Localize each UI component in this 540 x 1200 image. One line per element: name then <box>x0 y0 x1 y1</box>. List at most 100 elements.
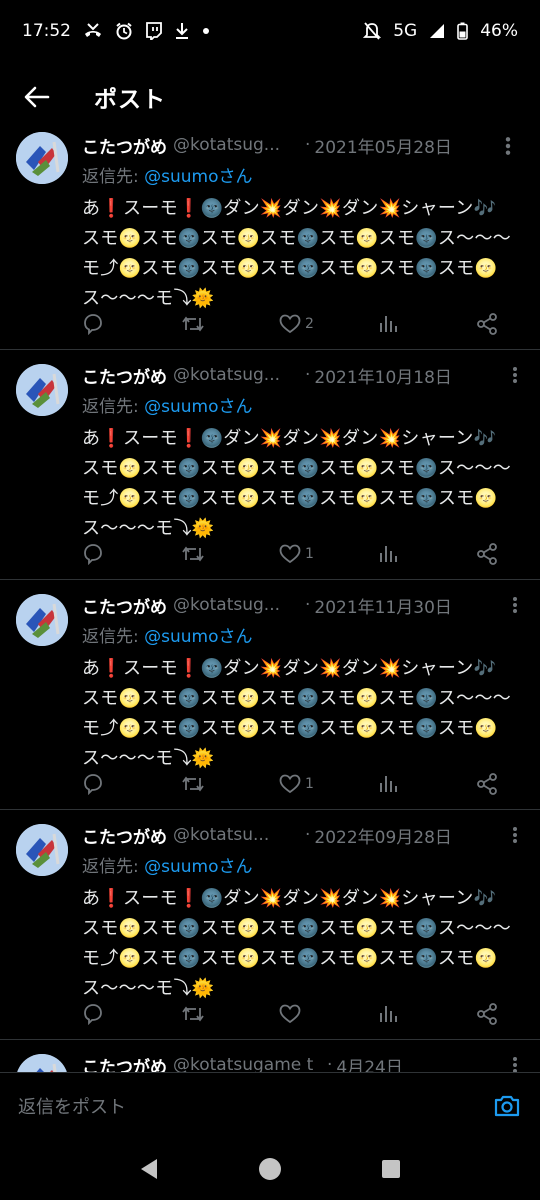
camera-icon[interactable] <box>492 1091 522 1121</box>
screen: 17:52 5G 46% ポスト こたつがめ @kotatsug... · 20… <box>0 0 540 1200</box>
more-options-icon[interactable] <box>498 136 518 156</box>
views-button[interactable] <box>378 314 414 334</box>
tweet-header: こたつがめ @kotatsug... · 2021年10月18日 <box>82 362 522 388</box>
tweet-text: あ❗スーモ❗🌚ダン💥ダン💥ダン💥シャーン🎶スモ🌝スモ🌚スモ🌝スモ🌚スモ🌝スモ🌚ス… <box>82 428 512 539</box>
tweet-item[interactable]: こたつがめ @kotatsug... · 2021年10月18日 返信先: @s… <box>0 350 540 580</box>
more-options-icon[interactable] <box>512 826 518 844</box>
author-handle[interactable]: @kotatsugame t <box>173 1055 323 1072</box>
share-icon <box>477 773 497 795</box>
home-circle-icon[interactable] <box>257 1156 283 1182</box>
back-button[interactable] <box>22 82 52 112</box>
share-icon <box>477 313 497 335</box>
views-button[interactable] <box>378 774 414 794</box>
tweet-item[interactable]: こたつがめ @kotatsu... · 2022年09月28日 返信先: @su… <box>0 810 540 1040</box>
reply-user-link[interactable]: @suumoさん <box>144 627 252 647</box>
reply-prefix: 返信先: <box>82 167 145 187</box>
back-triangle-icon[interactable] <box>138 1157 160 1181</box>
recents-square-icon[interactable] <box>380 1158 402 1180</box>
reply-button[interactable] <box>82 1003 118 1025</box>
reply-user-link[interactable]: @suumoさん <box>144 857 252 877</box>
like-button[interactable]: 1 <box>279 544 315 564</box>
avatar[interactable] <box>16 1054 68 1072</box>
more-options-icon[interactable] <box>512 1056 518 1072</box>
more-options-icon[interactable] <box>512 366 518 384</box>
repost-button[interactable] <box>181 543 217 565</box>
heart-icon <box>279 314 301 334</box>
tweet-item[interactable]: こたつがめ @kotatsug... · 2021年05月28日 返信先: @s… <box>0 132 540 350</box>
avatar[interactable] <box>16 364 68 416</box>
tweet-actions <box>82 1002 512 1026</box>
tweet-body: こたつがめ @kotatsugame t · 4月24日 <box>82 1052 522 1072</box>
tweet-date[interactable]: 4月24日 <box>336 1053 402 1073</box>
repost-icon <box>181 776 204 792</box>
analytics-icon <box>379 546 397 562</box>
separator: · <box>305 595 311 615</box>
author-handle[interactable]: @kotatsug... <box>173 135 301 155</box>
author-name[interactable]: こたつがめ <box>82 593 167 618</box>
repost-button[interactable] <box>181 313 217 335</box>
avatar[interactable] <box>16 594 68 646</box>
more-options-icon[interactable] <box>512 596 518 614</box>
like-button[interactable]: 1 <box>279 774 315 794</box>
author-handle[interactable]: @kotatsug... <box>173 365 301 385</box>
tweet-actions: 2 <box>82 312 512 336</box>
reply-icon <box>84 314 102 335</box>
network-label: 5G <box>393 21 418 41</box>
reply-icon <box>84 1004 102 1025</box>
tweet-date[interactable]: 2021年05月28日 <box>314 133 452 158</box>
reply-prefix: 返信先: <box>82 397 145 417</box>
like-button[interactable]: 2 <box>279 314 315 334</box>
author-name[interactable]: こたつがめ <box>82 1053 167 1073</box>
status-bar: 17:52 5G 46% <box>0 0 540 62</box>
tweet-item[interactable]: こたつがめ @kotatsugame t · 4月24日 <box>0 1040 540 1072</box>
tweet-text: あ❗スーモ❗🌚ダン💥ダン💥ダン💥シャーン🎶スモ🌝スモ🌚スモ🌝スモ🌚スモ🌝スモ🌚ス… <box>82 888 512 999</box>
repost-button[interactable] <box>181 1003 217 1025</box>
tweet-body: こたつがめ @kotatsu... · 2022年09月28日 返信先: @su… <box>82 822 522 1004</box>
tweet-body: こたつがめ @kotatsug... · 2021年11月30日 返信先: @s… <box>82 592 522 774</box>
dot-icon <box>202 27 210 35</box>
missed-call-icon <box>83 22 103 40</box>
tweet-item[interactable]: こたつがめ @kotatsug... · 2021年11月30日 返信先: @s… <box>0 580 540 810</box>
avatar[interactable] <box>16 824 68 876</box>
alarm-icon <box>115 22 133 40</box>
share-button[interactable] <box>476 1003 512 1025</box>
like-button[interactable] <box>279 1004 315 1024</box>
analytics-icon <box>379 1006 397 1022</box>
share-button[interactable] <box>476 313 512 335</box>
share-button[interactable] <box>476 543 512 565</box>
battery-icon <box>457 22 469 40</box>
signal-icon <box>429 23 445 39</box>
tweet-feed[interactable]: こたつがめ @kotatsug... · 2021年05月28日 返信先: @s… <box>0 132 540 1072</box>
avatar[interactable] <box>16 132 68 184</box>
battery-percent: 46% <box>480 21 518 41</box>
tweet-date[interactable]: 2021年10月18日 <box>314 363 452 388</box>
repost-icon <box>181 1006 204 1022</box>
bell-off-icon <box>363 21 382 41</box>
tweet-actions: 1 <box>82 772 512 796</box>
share-button[interactable] <box>476 773 512 795</box>
author-handle[interactable]: @kotatsu... <box>173 825 301 845</box>
author-handle[interactable]: @kotatsug... <box>173 595 301 615</box>
reply-button[interactable] <box>82 543 118 565</box>
author-name[interactable]: こたつがめ <box>82 363 167 388</box>
arrow-left-icon <box>24 86 50 108</box>
reply-input[interactable]: 返信をポスト <box>18 1093 126 1119</box>
views-button[interactable] <box>378 1004 414 1024</box>
views-button[interactable] <box>378 544 414 564</box>
reply-to: 返信先: @suumoさん <box>82 162 522 188</box>
reply-prefix: 返信先: <box>82 857 145 877</box>
heart-icon <box>279 774 301 794</box>
reply-user-link[interactable]: @suumoさん <box>144 397 252 417</box>
reply-button[interactable] <box>82 313 118 335</box>
repost-button[interactable] <box>181 773 217 795</box>
tweet-text: あ❗スーモ❗🌚ダン💥ダン💥ダン💥シャーン🎶スモ🌝スモ🌚スモ🌝スモ🌚スモ🌝スモ🌚ス… <box>82 198 512 309</box>
tweet-date[interactable]: 2022年09月28日 <box>314 823 452 848</box>
author-name[interactable]: こたつがめ <box>82 133 167 158</box>
reply-user-link[interactable]: @suumoさん <box>144 167 252 187</box>
tweet-date[interactable]: 2021年11月30日 <box>314 593 452 618</box>
reply-icon <box>84 774 102 795</box>
author-name[interactable]: こたつがめ <box>82 823 167 848</box>
tweet-text: あ❗スーモ❗🌚ダン💥ダン💥ダン💥シャーン🎶スモ🌝スモ🌚スモ🌝スモ🌚スモ🌝スモ🌚ス… <box>82 658 512 769</box>
tweet-header: こたつがめ @kotatsugame t · 4月24日 <box>82 1052 522 1072</box>
reply-button[interactable] <box>82 773 118 795</box>
